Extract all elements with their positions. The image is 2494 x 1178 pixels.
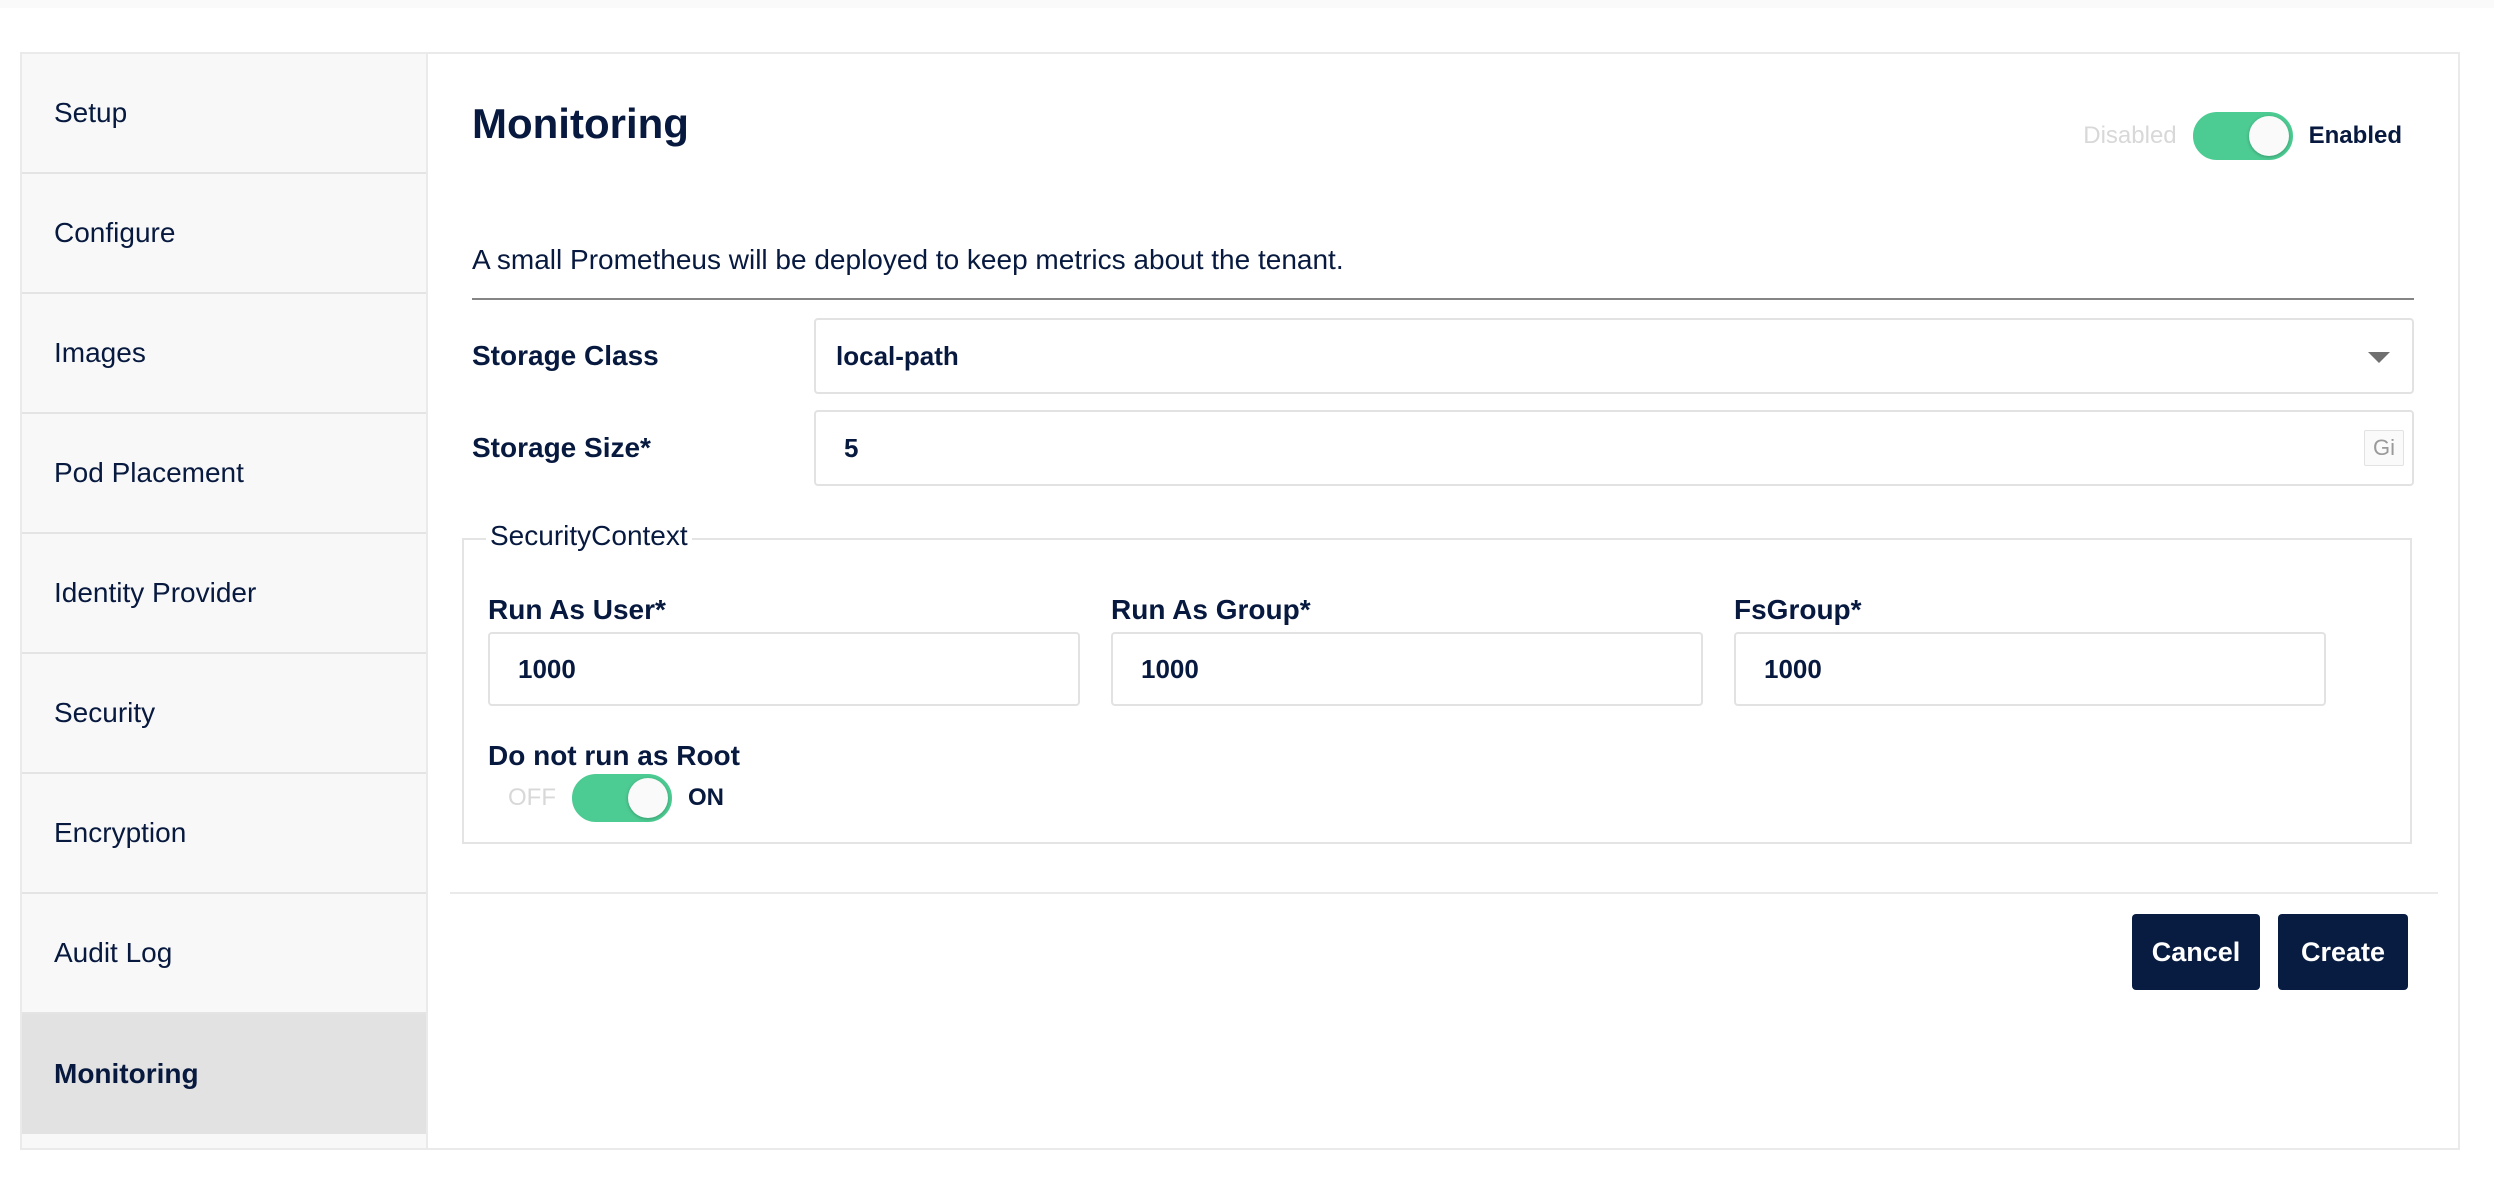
- chevron-down-icon: [2368, 352, 2390, 363]
- storage-size-label: Storage Size*: [472, 432, 651, 463]
- toggle-on-label: ON: [688, 784, 724, 811]
- monitoring-toggle-group: Disabled Enabled: [2083, 112, 2402, 160]
- sidebar-item-security[interactable]: Security: [22, 654, 426, 774]
- toggle-knob: [2248, 116, 2289, 156]
- sidebar-item-images[interactable]: Images: [22, 294, 426, 414]
- run-as-user-label: Run As User*: [488, 594, 666, 625]
- sidebar-item-pod-placement[interactable]: Pod Placement: [22, 414, 426, 534]
- sidebar-item-configure[interactable]: Configure: [22, 174, 426, 294]
- security-context-fieldset: SecurityContext Run As User* Run As Grou…: [462, 520, 2412, 844]
- run-as-group-input[interactable]: [1111, 632, 1703, 706]
- page-title: Monitoring: [472, 100, 689, 147]
- storage-class-select[interactable]: local-path: [814, 318, 2414, 394]
- storage-size-field: Gi: [814, 410, 2414, 486]
- fs-group-input[interactable]: [1734, 632, 2326, 706]
- sidebar-item-setup[interactable]: Setup: [22, 54, 426, 174]
- section-divider: [472, 298, 2414, 300]
- sidebar-item-audit-log[interactable]: Audit Log: [22, 894, 426, 1014]
- fs-group-label: FsGroup*: [1734, 594, 1862, 625]
- monitoring-panel: Monitoring Disabled Enabled A small Prom…: [428, 54, 2458, 1148]
- create-button[interactable]: Create: [2278, 914, 2408, 990]
- storage-class-label: Storage Class: [472, 340, 659, 371]
- storage-class-value: local-path: [836, 340, 959, 371]
- cancel-button[interactable]: Cancel: [2132, 914, 2260, 990]
- wizard-sidebar: Setup Configure Images Pod Placement Ide…: [22, 54, 428, 1148]
- run-as-non-root-toggle-group: OFF ON: [508, 774, 724, 822]
- security-context-legend: SecurityContext: [486, 520, 692, 552]
- storage-size-unit: Gi: [2364, 430, 2404, 466]
- run-as-group-label: Run As Group*: [1111, 594, 1311, 625]
- sidebar-item-monitoring[interactable]: Monitoring: [22, 1014, 426, 1134]
- storage-size-input[interactable]: [816, 412, 2342, 484]
- top-bar: [0, 0, 2494, 8]
- toggle-on-label: Enabled: [2308, 122, 2402, 149]
- wizard-container: Setup Configure Images Pod Placement Ide…: [20, 52, 2460, 1150]
- sidebar-item-encryption[interactable]: Encryption: [22, 774, 426, 894]
- toggle-off-label: Disabled: [2083, 122, 2177, 149]
- run-as-user-input[interactable]: [488, 632, 1080, 706]
- run-as-non-root-label: Do not run as Root: [488, 740, 740, 771]
- footer-divider: [450, 892, 2438, 894]
- sidebar-item-identity-provider[interactable]: Identity Provider: [22, 534, 426, 654]
- run-as-non-root-toggle[interactable]: [572, 774, 672, 822]
- monitoring-enable-toggle[interactable]: [2192, 112, 2293, 160]
- toggle-off-label: OFF: [508, 784, 556, 811]
- toggle-knob: [628, 778, 668, 818]
- monitoring-description: A small Prometheus will be deployed to k…: [472, 244, 1344, 275]
